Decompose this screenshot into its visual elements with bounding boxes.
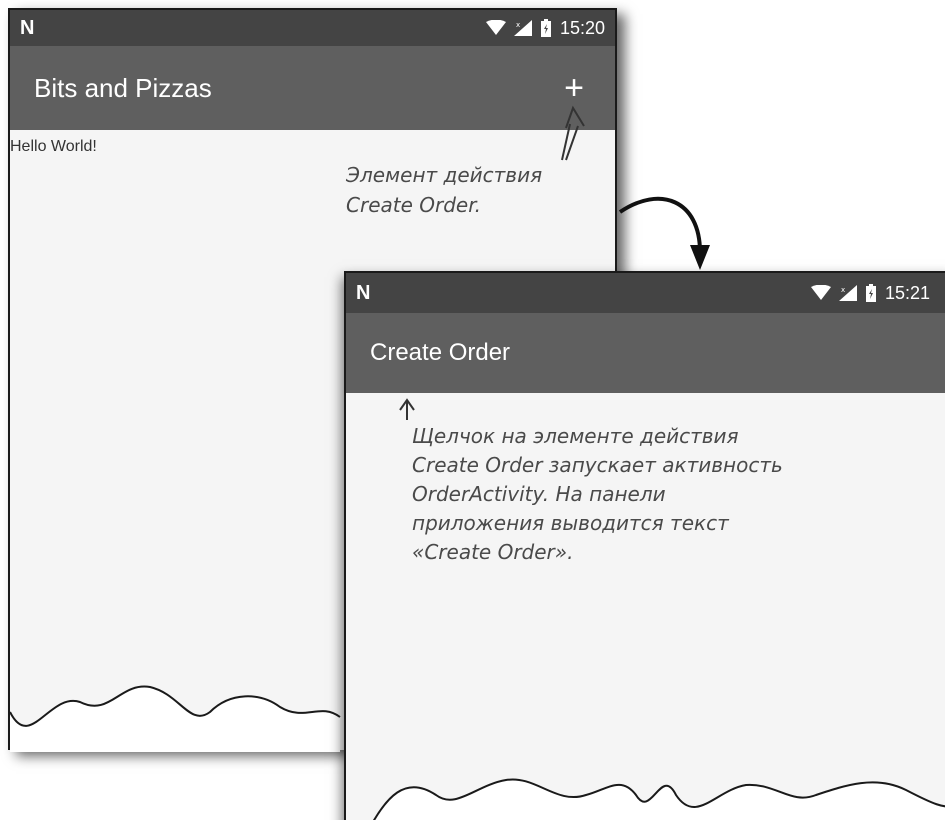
app-title-2: Create Order <box>370 339 511 366</box>
torn-edge-2 <box>373 778 945 820</box>
hello-world-text: Hello World! <box>10 138 97 155</box>
battery-icon <box>540 19 551 37</box>
action-item-annotation: Элемент действия Create Order. <box>346 163 543 217</box>
notification-logo-icon: N <box>20 16 35 39</box>
app-bar-2: Create Order <box>346 313 945 393</box>
status-bar: N x 15:20 <box>10 10 615 46</box>
app-bar: Bits and Pizzas + <box>10 46 615 130</box>
status-time: 15:20 <box>559 17 605 38</box>
app-title: Bits and Pizzas <box>34 72 212 103</box>
plus-icon: + <box>564 69 584 107</box>
figure: N x 15:20 Bits and Pizzas + Hello World!… <box>0 0 945 820</box>
status-icons: x 15:20 <box>485 17 605 39</box>
svg-text:x: x <box>516 21 520 29</box>
wifi-icon <box>810 285 831 300</box>
notification-logo-icon: N <box>356 281 371 304</box>
order-activity-annotation: Щелчок на элементе действия Create Order… <box>412 424 783 564</box>
signal-icon: x <box>838 285 857 301</box>
transition-arrow <box>618 196 710 270</box>
status-bar-2: N x 15:21 <box>346 273 945 313</box>
wifi-icon <box>485 20 506 35</box>
status-time: 15:21 <box>884 282 930 303</box>
status-icons-2: x 15:21 <box>810 282 930 304</box>
battery-icon <box>865 284 876 302</box>
svg-text:x: x <box>841 286 845 294</box>
signal-icon: x <box>513 20 532 36</box>
create-order-action-button[interactable]: + <box>557 71 591 105</box>
